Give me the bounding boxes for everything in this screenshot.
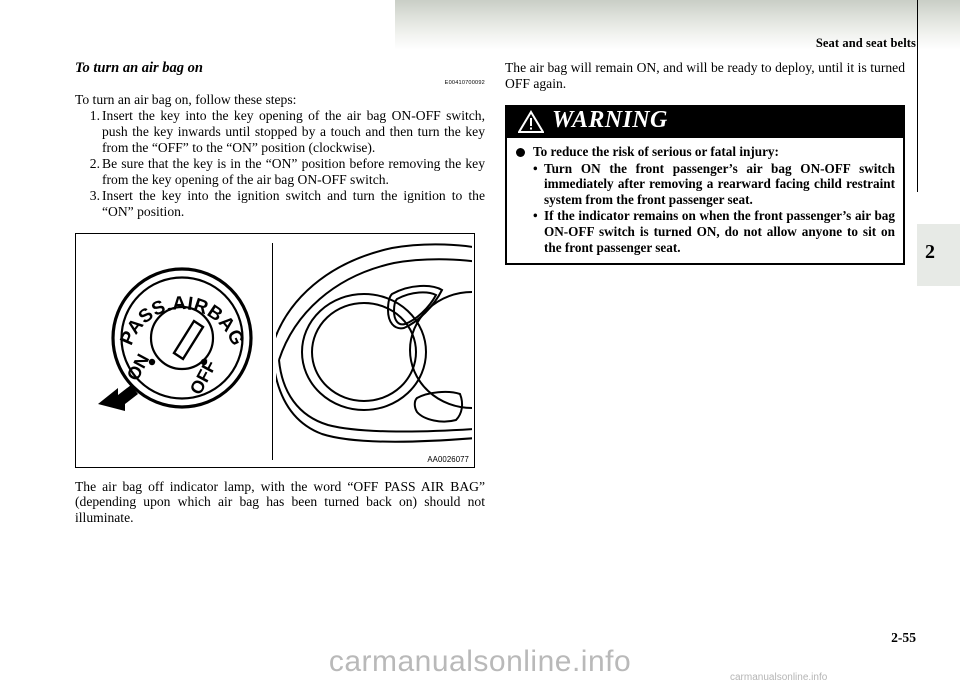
left-column: To turn an air bag on E00410700092 To tu… bbox=[75, 60, 485, 526]
bullet-dot-icon: • bbox=[533, 160, 538, 176]
warning-title: WARNING bbox=[552, 106, 668, 133]
section-tab: 2 bbox=[917, 224, 960, 286]
bullet-disc-icon bbox=[516, 147, 525, 157]
section-tab-number: 2 bbox=[925, 241, 935, 263]
list-item: 1. Insert the key into the key opening o… bbox=[75, 108, 485, 156]
step-number: 3. bbox=[89, 187, 100, 203]
step-text: Insert the key into the key opening of t… bbox=[102, 108, 485, 156]
reference-code: E00410700092 bbox=[444, 80, 485, 87]
right-intro-paragraph: The air bag will remain ON, and will be … bbox=[505, 60, 905, 91]
warning-bullet-list: • Turn ON the front passenger’s air bag … bbox=[515, 161, 895, 256]
right-column: The air bag will remain ON, and will be … bbox=[505, 60, 905, 265]
subsection-heading: To turn an air bag on bbox=[75, 60, 204, 76]
warning-bullet-text: If the indicator remains on when the fro… bbox=[544, 208, 895, 255]
step-number: 2. bbox=[89, 155, 100, 171]
warning-triangle-icon bbox=[518, 109, 544, 133]
figure-divider bbox=[272, 242, 273, 460]
pointer-arrow-icon bbox=[98, 384, 138, 411]
warning-header: WARNING bbox=[505, 104, 905, 138]
step-text: Be sure that the key is in the “ON” posi… bbox=[102, 155, 485, 187]
steps-list: 1. Insert the key into the key opening o… bbox=[75, 108, 485, 219]
airbag-switch-dial-icon: PASS.AIRBAG ON OFF bbox=[98, 266, 253, 411]
warning-bullet-text: Turn ON the front passenger’s air bag ON… bbox=[544, 160, 895, 208]
list-item: 3. Insert the key into the ignition swit… bbox=[75, 188, 485, 220]
page-number: 2-55 bbox=[891, 630, 916, 645]
warning-body: To reduce the risk of serious or fatal i… bbox=[505, 137, 905, 265]
right-vertical-rule bbox=[917, 0, 918, 192]
warning-lead-text: To reduce the risk of serious or fatal i… bbox=[533, 143, 779, 159]
bullet-dot-icon: • bbox=[533, 208, 538, 224]
page-header: Seat and seat belts bbox=[815, 36, 916, 50]
step-text: Insert the key into the ignition switch … bbox=[102, 187, 485, 219]
closing-paragraph: The air bag off indicator lamp, with the… bbox=[75, 478, 485, 526]
list-item: • Turn ON the front passenger’s air bag … bbox=[533, 161, 895, 209]
warning-lead: To reduce the risk of serious or fatal i… bbox=[515, 144, 895, 160]
intro-paragraph: To turn an air bag on, follow these step… bbox=[75, 92, 297, 108]
instrument-panel-outline-icon bbox=[276, 242, 472, 443]
list-item: • If the indicator remains on when the f… bbox=[533, 208, 895, 256]
figure-illustration: PASS.AIRBAG ON OFF AA0026077 bbox=[75, 232, 475, 468]
list-item: 2. Be sure that the key is in the “ON” p… bbox=[75, 156, 485, 188]
figure-code: AA0026077 bbox=[427, 454, 469, 464]
step-number: 1. bbox=[89, 108, 100, 124]
warning-box: WARNING To reduce the risk of serious or… bbox=[505, 104, 905, 265]
watermark-small: carmanualsonline.info bbox=[730, 672, 828, 683]
